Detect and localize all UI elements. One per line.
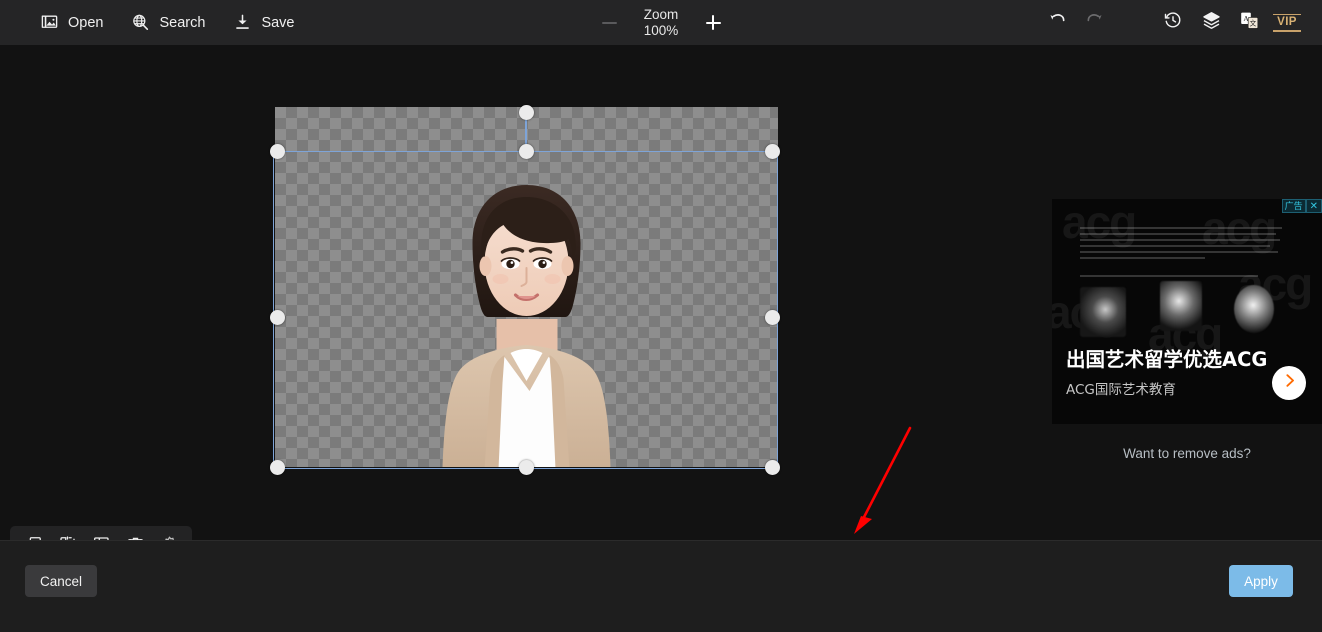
top-toolbar-right: A 文 VIP (1040, 0, 1304, 45)
top-toolbar-left: Open Search (0, 7, 309, 38)
image-canvas[interactable] (275, 107, 778, 467)
ad-subtitle: ACG国际艺术教育 (1066, 378, 1176, 398)
cancel-button[interactable]: Cancel (25, 565, 97, 597)
handle-bottom-left[interactable] (270, 460, 285, 475)
app-root: Open Search (0, 0, 1322, 632)
plus-icon-vertical (712, 15, 714, 30)
history-button[interactable] (1156, 6, 1190, 40)
open-button-label: Open (68, 15, 103, 31)
svg-text:文: 文 (1249, 18, 1256, 27)
remove-ads-link[interactable]: Want to remove ads? (1052, 446, 1322, 461)
ad-headline: 出国艺术留学优选ACG (1066, 343, 1267, 372)
advertisement-panel[interactable]: acg acg acg acg acg 出国艺术留学优选ACG ACG国际艺术教… (1052, 199, 1322, 424)
handle-bottom-center[interactable] (519, 460, 534, 475)
minus-icon (602, 22, 617, 24)
translate-button[interactable]: A 文 (1232, 6, 1266, 40)
ad-controls: 广告 ✕ (1282, 199, 1322, 213)
save-button[interactable]: Save (219, 7, 308, 38)
search-globe-icon (131, 13, 150, 32)
ad-product-image (1080, 287, 1126, 337)
search-button-label: Search (159, 15, 205, 31)
handle-bottom-right[interactable] (765, 460, 780, 475)
translate-icon: A 文 (1239, 10, 1260, 36)
zoom-readout: Zoom 100% (636, 7, 686, 38)
handle-top-center[interactable] (519, 144, 534, 159)
layers-button[interactable] (1194, 6, 1228, 40)
handle-left-top[interactable] (270, 144, 285, 159)
ad-cta-button[interactable] (1272, 366, 1306, 400)
save-download-icon (233, 13, 252, 32)
handle-left-middle[interactable] (270, 310, 285, 325)
handle-right-top[interactable] (765, 144, 780, 159)
zoom-controls: Zoom 100% (596, 0, 726, 45)
zoom-title: Zoom (644, 7, 679, 22)
vip-button[interactable]: VIP (1270, 11, 1304, 35)
open-image-icon (40, 13, 59, 32)
ad-product-image (1234, 285, 1274, 333)
ad-close-icon[interactable]: ✕ (1306, 199, 1322, 213)
handle-right-middle[interactable] (765, 310, 780, 325)
apply-button[interactable]: Apply (1229, 565, 1293, 597)
undo-icon (1047, 10, 1067, 35)
top-toolbar: Open Search (0, 0, 1322, 45)
open-button[interactable]: Open (26, 7, 117, 38)
layers-icon (1201, 10, 1222, 36)
bottom-action-bar: Cancel Apply Image (0, 540, 1322, 632)
save-button-label: Save (261, 15, 294, 31)
editor-stage[interactable]: acg acg acg acg acg 出国艺术留学优选ACG ACG国际艺术教… (0, 45, 1322, 540)
chevron-right-icon (1281, 372, 1298, 394)
redo-icon (1085, 10, 1105, 35)
zoom-in-button[interactable] (700, 10, 726, 36)
search-button[interactable]: Search (117, 7, 219, 38)
redo-button[interactable] (1078, 6, 1112, 40)
ad-badge: 广告 (1282, 199, 1306, 213)
ad-product-image (1160, 281, 1202, 331)
vip-bottom-rule (1273, 30, 1301, 32)
history-clock-icon (1163, 10, 1183, 35)
zoom-value: 100% (636, 23, 686, 39)
portrait-photo (384, 167, 669, 467)
handle-top-outer[interactable] (519, 105, 534, 120)
vip-label: VIP (1277, 15, 1297, 30)
zoom-out-button[interactable] (596, 10, 622, 36)
ad-body-text-lines (1080, 227, 1282, 281)
undo-button[interactable] (1040, 6, 1074, 40)
